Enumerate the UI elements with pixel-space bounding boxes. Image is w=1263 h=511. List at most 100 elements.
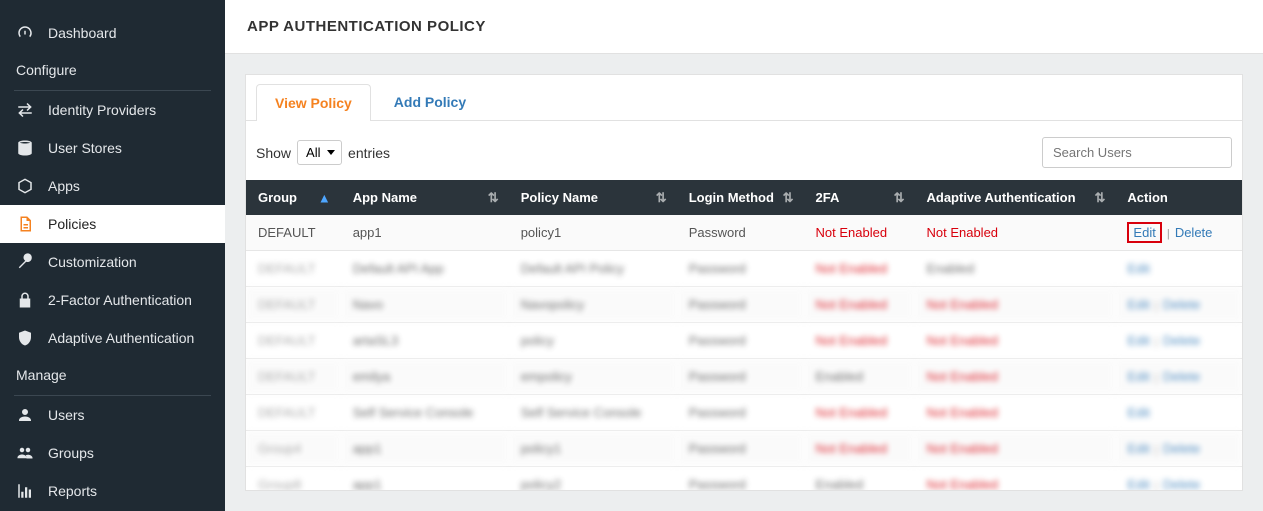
cell-group: DEFAULT <box>246 359 341 395</box>
cell-policy: policy2 <box>509 467 677 491</box>
sidebar-item-user-stores[interactable]: User Stores <box>0 129 225 167</box>
sidebar-item-two-factor[interactable]: 2-Factor Authentication <box>0 281 225 319</box>
cell-policy: policy1 <box>509 215 677 251</box>
cell-action: Edit <box>1115 395 1242 431</box>
group-icon <box>16 444 34 462</box>
cell-login: Password <box>677 395 804 431</box>
table-controls: Show All entries <box>246 121 1242 180</box>
cell-adaptive: Not Enabled <box>914 395 1115 431</box>
sidebar-item-label: 2-Factor Authentication <box>48 292 192 308</box>
table-row: DEFAULTNavoNavopolicyPasswordNot Enabled… <box>246 287 1242 323</box>
tabs: View Policy Add Policy <box>246 75 1242 121</box>
sidebar-item-dashboard[interactable]: Dashboard <box>0 14 225 52</box>
col-2fa[interactable]: 2FA⇅ <box>804 180 915 215</box>
cell-policy: policy1 <box>509 431 677 467</box>
cell-login: Password <box>677 431 804 467</box>
tab-view-policy[interactable]: View Policy <box>256 84 371 121</box>
cell-login: Password <box>677 323 804 359</box>
sidebar-item-users[interactable]: Users <box>0 396 225 434</box>
cell-action: Edit | Delete <box>1115 287 1242 323</box>
delete-link[interactable]: Delete <box>1163 441 1201 456</box>
cell-2fa: Not Enabled <box>804 395 915 431</box>
edit-link[interactable]: Edit <box>1127 405 1149 420</box>
col-group[interactable]: Group▲ <box>246 180 341 215</box>
sidebar-item-apps[interactable]: Apps <box>0 167 225 205</box>
main-content: APP AUTHENTICATION POLICY View Policy Ad… <box>225 0 1263 511</box>
edit-link[interactable]: Edit <box>1127 297 1149 312</box>
sidebar: Dashboard Configure Identity Providers U… <box>0 0 225 511</box>
cell-login: Password <box>677 251 804 287</box>
sort-asc-icon: ▲ <box>318 190 331 205</box>
delete-link[interactable]: Delete <box>1163 477 1201 490</box>
sidebar-item-label: Apps <box>48 178 80 194</box>
sort-icon: ⇅ <box>894 190 905 206</box>
sidebar-item-reports[interactable]: Reports <box>0 472 225 510</box>
edit-link[interactable]: Edit <box>1127 261 1149 276</box>
edit-link[interactable]: Edit <box>1127 333 1149 348</box>
cell-login: Password <box>677 359 804 395</box>
col-login[interactable]: Login Method⇅ <box>677 180 804 215</box>
database-icon <box>16 139 34 157</box>
sidebar-item-customization[interactable]: Customization <box>0 243 225 281</box>
col-policy[interactable]: Policy Name⇅ <box>509 180 677 215</box>
sidebar-item-policies[interactable]: Policies <box>0 205 225 243</box>
cell-policy: empolicy <box>509 359 677 395</box>
lock-icon <box>16 291 34 309</box>
search-input[interactable] <box>1042 137 1232 168</box>
sidebar-item-label: Customization <box>48 254 137 270</box>
cell-action: Edit <box>1115 251 1242 287</box>
sort-icon: ⇅ <box>783 190 794 206</box>
sidebar-item-label: Groups <box>48 445 94 461</box>
cell-2fa: Not Enabled <box>804 251 915 287</box>
sidebar-item-groups[interactable]: Groups <box>0 434 225 472</box>
cell-policy: policy <box>509 323 677 359</box>
delete-link[interactable]: Delete <box>1163 333 1201 348</box>
cell-adaptive: Not Enabled <box>914 215 1115 251</box>
edit-link[interactable]: Edit <box>1127 369 1149 384</box>
cell-action: Edit | Delete <box>1115 323 1242 359</box>
sidebar-section-manage: Manage <box>0 357 225 391</box>
policy-table: Group▲ App Name⇅ Policy Name⇅ Login Meth… <box>246 180 1242 490</box>
edit-link[interactable]: Edit <box>1127 441 1149 456</box>
cell-group: Group8 <box>246 467 341 491</box>
sidebar-item-adaptive-auth[interactable]: Adaptive Authentication <box>0 319 225 357</box>
delete-link[interactable]: Delete <box>1163 369 1201 384</box>
cell-app: artaSL3 <box>341 323 509 359</box>
cell-policy: Navopolicy <box>509 287 677 323</box>
cell-adaptive: Not Enabled <box>914 359 1115 395</box>
show-label: Show <box>256 145 291 161</box>
sidebar-item-label: Dashboard <box>48 25 117 41</box>
col-app[interactable]: App Name⇅ <box>341 180 509 215</box>
sidebar-item-label: User Stores <box>48 140 122 156</box>
delete-link[interactable]: Delete <box>1175 225 1213 240</box>
table-row: DEFAULTDefault API AppDefault API Policy… <box>246 251 1242 287</box>
col-adaptive[interactable]: Adaptive Authentication⇅ <box>914 180 1115 215</box>
edit-link[interactable]: Edit <box>1127 222 1161 243</box>
edit-link[interactable]: Edit <box>1127 477 1149 490</box>
delete-link[interactable]: Delete <box>1163 297 1201 312</box>
cell-2fa: Not Enabled <box>804 215 915 251</box>
shield-icon <box>16 329 34 347</box>
cell-2fa: Enabled <box>804 467 915 491</box>
cell-group: DEFAULT <box>246 323 341 359</box>
cell-app: emilya <box>341 359 509 395</box>
sidebar-item-identity-providers[interactable]: Identity Providers <box>0 91 225 129</box>
page-title: APP AUTHENTICATION POLICY <box>247 18 1241 35</box>
table-row: Group4app1policy1PasswordNot EnabledNot … <box>246 431 1242 467</box>
cell-action: Edit | Delete <box>1115 215 1242 251</box>
entries-label: entries <box>348 145 390 161</box>
cell-action: Edit | Delete <box>1115 431 1242 467</box>
sort-icon: ⇅ <box>1095 190 1106 206</box>
entries-select[interactable]: All <box>297 140 342 165</box>
cell-group: DEFAULT <box>246 287 341 323</box>
cube-icon <box>16 177 34 195</box>
document-icon <box>16 215 34 233</box>
table-row: DEFAULTartaSL3policyPasswordNot EnabledN… <box>246 323 1242 359</box>
arrows-icon <box>16 101 34 119</box>
table-row: DEFAULTemilyaempolicyPasswordEnabledNot … <box>246 359 1242 395</box>
cell-group: DEFAULT <box>246 395 341 431</box>
chart-icon <box>16 482 34 500</box>
sidebar-item-label: Reports <box>48 483 97 499</box>
cell-action: Edit | Delete <box>1115 359 1242 395</box>
tab-add-policy[interactable]: Add Policy <box>375 83 485 120</box>
